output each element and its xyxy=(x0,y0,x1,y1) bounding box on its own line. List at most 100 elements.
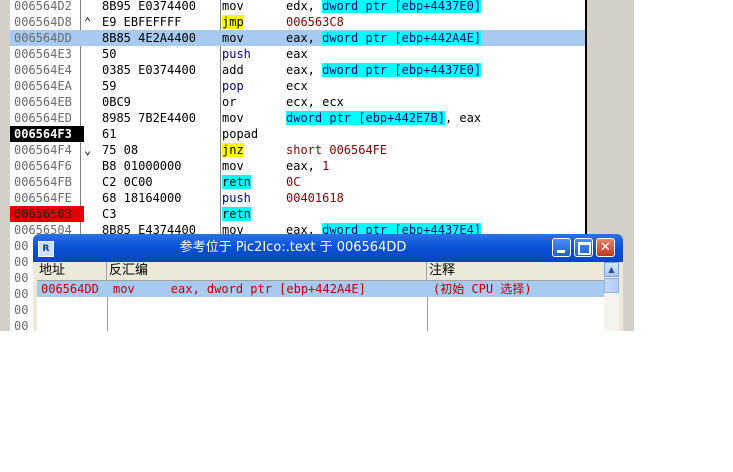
mnemonic-cell: push xyxy=(222,46,251,62)
disasm-row[interactable]: 006564FE 68 18164000 push 00401618 xyxy=(10,190,585,206)
disasm-row[interactable]: 006564EA 59 pop ecx xyxy=(10,78,585,94)
address-cell: 006564E3 xyxy=(14,47,72,61)
column-header-disassembly[interactable]: 反汇编 xyxy=(107,262,427,280)
operand-cell: ecx, ecx xyxy=(286,94,344,110)
disasm-row[interactable]: 006564D2 8B95 E0374400 mov edx, dword ptr [… xyxy=(10,0,585,14)
mnemonic: mov xyxy=(222,111,244,125)
references-window[interactable]: R 参考位于 Pic2Ico:.text 于 006564DD ✕ 地址 反汇编… xyxy=(33,234,623,331)
minimize-icon xyxy=(557,250,565,253)
operand-part: edx, xyxy=(286,0,323,13)
mnemonic-cell: add xyxy=(222,62,244,78)
disasm-row[interactable]: 006564DD 8B85 4E2A4400 mov eax, dword ptr [… xyxy=(10,30,585,46)
jump-arrow-icon xyxy=(84,46,96,62)
column-header-comment[interactable]: 注释 xyxy=(427,262,604,280)
mnemonic-cell: mov xyxy=(222,110,244,126)
hex-dump-cell: 61 xyxy=(102,127,117,141)
hex-dump-cell: 0BC9 xyxy=(102,95,131,109)
disasm-row[interactable]: 006564E4 0385 E0374400 add eax, dword ptr [… xyxy=(10,62,585,78)
jump-arrow-icon: ⌄ xyxy=(84,143,92,157)
mnemonic-cell: or xyxy=(222,94,236,110)
mnemonic: retn xyxy=(222,175,251,189)
mnemonic: pop xyxy=(222,79,244,93)
operand-part: dword ptr [ebp+4437E0] xyxy=(322,0,482,13)
hex-dump-cell: 0385 E0374400 xyxy=(102,63,196,77)
references-table[interactable]: 地址 反汇编 注释 006564DD mov eax, dword ptr [e… xyxy=(37,262,619,331)
address-cell: 006564EA xyxy=(14,79,72,93)
mnemonic: jmp xyxy=(222,15,244,29)
hex-dump-cell: C3 xyxy=(102,207,117,221)
operand-cell: short 006564FE xyxy=(286,142,387,158)
disasm-row[interactable]: 006564F3 61 popad xyxy=(10,126,585,142)
close-button[interactable]: ✕ xyxy=(596,238,615,257)
disasm-row[interactable]: 006564EB 0BC9 or ecx, ecx xyxy=(10,94,585,110)
scroll-up-icon[interactable]: ▲ xyxy=(604,262,619,277)
mnemonic: mov xyxy=(222,159,244,173)
scroll-thumb[interactable] xyxy=(604,278,619,293)
ref-disassembly: mov eax, dword ptr [ebp+442A4E] xyxy=(113,282,366,296)
jump-arrow-icon xyxy=(84,62,96,78)
mnemonic: mov xyxy=(222,0,244,13)
mnemonic: or xyxy=(222,95,237,109)
hex-dump-cell: 8B95 E0374400 xyxy=(102,0,196,13)
mnemonic: push xyxy=(222,47,251,61)
operand-part: dword ptr [ebp+4437E0] xyxy=(322,63,482,77)
operand-cell: ecx xyxy=(286,78,308,94)
jump-arrow-icon xyxy=(84,158,96,174)
disasm-row[interactable]: 006564ED 8985 7B2E4400 mov dword ptr [ebp+4… xyxy=(10,110,585,126)
maximize-icon xyxy=(578,242,591,255)
operand-cell: eax, 1 xyxy=(286,158,329,174)
operand-part: 0C xyxy=(286,175,301,189)
disasm-row[interactable]: 006564FB C2 0C00 retn 0C xyxy=(10,174,585,190)
hex-dump-cell: 50 xyxy=(102,47,117,61)
jump-arrow-icon xyxy=(84,126,96,142)
hex-dump-cell: 8B85 4E2A4400 xyxy=(102,31,196,45)
hex-dump-cell: 59 xyxy=(102,79,117,93)
jump-arrow-icon: ⌃ xyxy=(84,15,92,29)
jump-arrow-icon xyxy=(84,206,96,222)
window-titlebar[interactable]: R 参考位于 Pic2Ico:.text 于 006564DD ✕ xyxy=(33,234,623,262)
mnemonic: retn xyxy=(222,207,251,221)
mnemonic-cell: jmp xyxy=(222,14,244,30)
operand-part: 1 xyxy=(322,159,330,173)
address-cell: 006564E4 xyxy=(14,63,72,77)
column-header-address[interactable]: 地址 xyxy=(37,262,107,280)
address-cell: 006564F6 xyxy=(14,159,72,173)
minimize-button[interactable] xyxy=(552,238,571,257)
maximize-button[interactable] xyxy=(574,238,593,257)
operand-part: dword ptr [ebp+442E7B] xyxy=(286,111,445,125)
mnemonic: popad xyxy=(222,127,259,141)
disasm-row[interactable]: 006564E3 50 push eax xyxy=(10,46,585,62)
operand-part: 00401618 xyxy=(286,191,344,205)
jump-arrow-icon xyxy=(84,94,96,110)
disasm-row[interactable]: 006564F4 ⌄ 75 08 jnz short 006564FE xyxy=(10,142,585,158)
mnemonic-cell: popad xyxy=(222,126,258,142)
address-cell: 006564DD xyxy=(14,31,72,45)
hex-dump-cell: 8985 7B2E4400 xyxy=(102,111,196,125)
operand-cell: 0C xyxy=(286,174,300,190)
table-row[interactable]: 006564DD mov eax, dword ptr [ebp+442A4E]… xyxy=(37,281,604,297)
disasm-row[interactable]: 006564F6 B8 01000000 mov eax, 1 xyxy=(10,158,585,174)
operand-cell: eax, dword ptr [ebp+4437E0] xyxy=(286,62,482,78)
operand-part: ecx, ecx xyxy=(286,95,344,109)
disasm-row[interactable]: 00656503 C3 retn xyxy=(10,206,585,222)
hex-dump-cell: C2 0C00 xyxy=(102,175,153,189)
operand-cell: 00401618 xyxy=(286,190,344,206)
jump-arrow-icon xyxy=(84,190,96,206)
hex-dump-cell: E9 EBFEFFFF xyxy=(102,15,182,29)
jump-arrow-icon xyxy=(84,0,96,14)
jump-arrow-icon xyxy=(84,174,96,190)
address-cell: 006564D8 xyxy=(14,15,72,29)
operand-cell: 006563C8 xyxy=(286,14,344,30)
vertical-scrollbar[interactable]: ▲ xyxy=(604,262,619,331)
hex-dump-cell: 75 08 xyxy=(102,143,139,157)
operand-cell: edx, dword ptr [ebp+4437E0] xyxy=(286,0,482,14)
operand-part: eax xyxy=(286,47,308,61)
close-icon: ✕ xyxy=(600,240,611,255)
address-cell: 006564ED xyxy=(14,111,72,125)
operand-part: 006563C8 xyxy=(286,15,344,29)
disasm-row[interactable]: 006564D8 ⌃ E9 EBFEFFFF jmp 006563C8 xyxy=(10,14,585,30)
mnemonic: mov xyxy=(222,31,244,45)
jump-arrow-icon xyxy=(84,78,96,94)
mnemonic-cell: pop xyxy=(222,78,244,94)
hex-dump-cell: 68 18164000 xyxy=(102,191,182,205)
